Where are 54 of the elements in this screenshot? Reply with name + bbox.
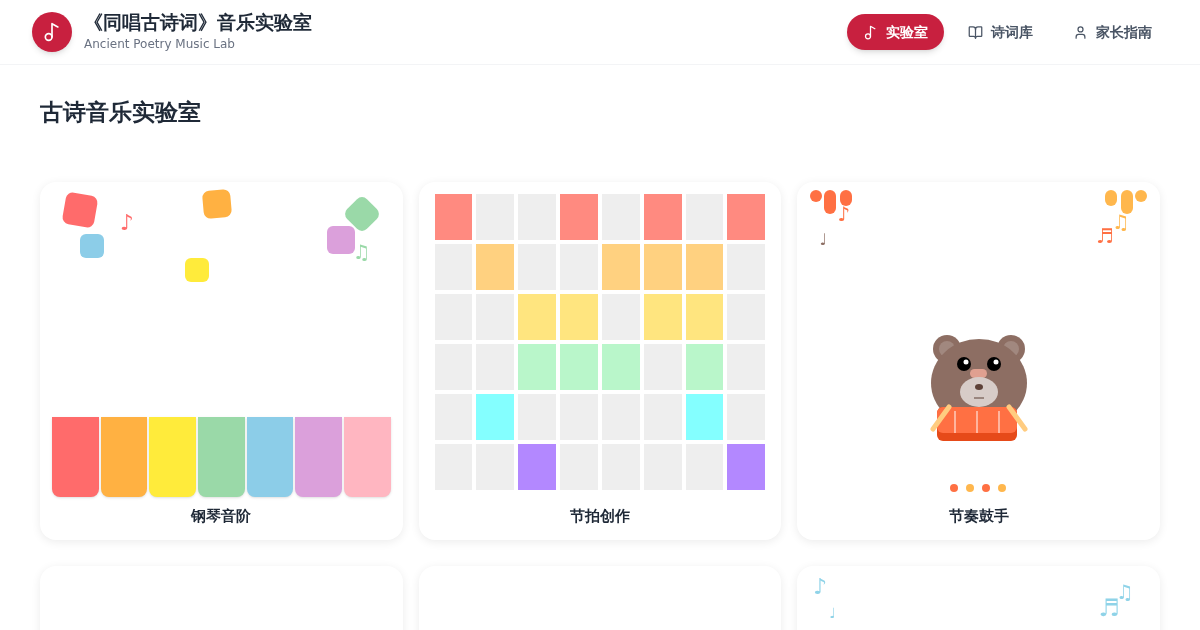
piano-key[interactable] bbox=[246, 417, 294, 497]
beat-cell[interactable] bbox=[518, 343, 557, 390]
beat-cell[interactable] bbox=[727, 193, 766, 240]
beat-cell[interactable] bbox=[643, 293, 682, 340]
music-icon bbox=[863, 24, 878, 40]
piano-key[interactable] bbox=[100, 417, 148, 497]
music-note: ♬ bbox=[1096, 225, 1114, 246]
app-title: 《同唱古诗词》音乐实验室 bbox=[84, 11, 312, 35]
beat-cell[interactable] bbox=[685, 243, 724, 290]
card-title: 节奏鼓手 bbox=[948, 506, 1009, 527]
nav-tab[interactable]: 实验室 bbox=[847, 14, 944, 50]
card-title: 钢琴音阶 bbox=[191, 506, 252, 527]
beat-cell[interactable] bbox=[476, 243, 515, 290]
beat-cell[interactable] bbox=[727, 443, 766, 490]
beat-cell[interactable] bbox=[601, 343, 640, 390]
page-title: 古诗音乐实验室 bbox=[40, 98, 201, 127]
beat-cell[interactable] bbox=[518, 293, 557, 340]
music-note: ♪ bbox=[813, 575, 828, 598]
beat-dots-drawing bbox=[948, 483, 1009, 493]
activity-card[interactable]: ♪ ♩ ♫ ♬ 节奏鼓手 bbox=[797, 181, 1160, 540]
piano-key[interactable] bbox=[198, 417, 245, 497]
book-icon bbox=[968, 24, 983, 40]
activity-card[interactable]: 节拍创作 bbox=[418, 181, 782, 540]
music-note: ♪ bbox=[837, 203, 851, 224]
nav-tab[interactable]: 诗词库 bbox=[952, 14, 1049, 50]
activity-card[interactable]: ♪ ♫ 钢琴音阶 bbox=[40, 181, 403, 540]
piano-key[interactable] bbox=[52, 417, 99, 497]
piano-key[interactable] bbox=[149, 417, 196, 497]
beat-cell[interactable] bbox=[476, 393, 515, 440]
maracas-drawing bbox=[1102, 187, 1148, 214]
beat-cell[interactable] bbox=[560, 193, 598, 240]
beat-cell[interactable] bbox=[518, 443, 557, 490]
app-subtitle: Ancient Poetry Music Lab bbox=[84, 35, 236, 53]
music-note: ♫ bbox=[352, 241, 371, 262]
music-logo-icon bbox=[32, 12, 72, 52]
beat-cell[interactable] bbox=[685, 343, 724, 390]
piano-key[interactable] bbox=[344, 417, 391, 497]
beat-cell[interactable] bbox=[560, 343, 598, 390]
music-note: ♪ bbox=[120, 211, 135, 234]
card-title: 节拍创作 bbox=[570, 506, 630, 527]
nav-tab[interactable]: 家长指南 bbox=[1057, 14, 1168, 50]
beat-cell[interactable] bbox=[685, 293, 724, 340]
beat-cell[interactable] bbox=[560, 293, 598, 340]
user-icon bbox=[1073, 24, 1088, 40]
beat-cell[interactable] bbox=[434, 193, 473, 240]
music-note: ♩ bbox=[829, 605, 836, 620]
beat-cell[interactable] bbox=[643, 193, 682, 240]
music-note: ♫ bbox=[1112, 211, 1130, 232]
music-note: ♩ bbox=[819, 231, 827, 248]
beat-cell[interactable] bbox=[685, 393, 724, 440]
beat-cell[interactable] bbox=[601, 243, 640, 290]
beat-cell[interactable] bbox=[643, 243, 682, 290]
piano-key[interactable] bbox=[295, 417, 343, 497]
music-note: ♬ bbox=[1098, 595, 1120, 620]
